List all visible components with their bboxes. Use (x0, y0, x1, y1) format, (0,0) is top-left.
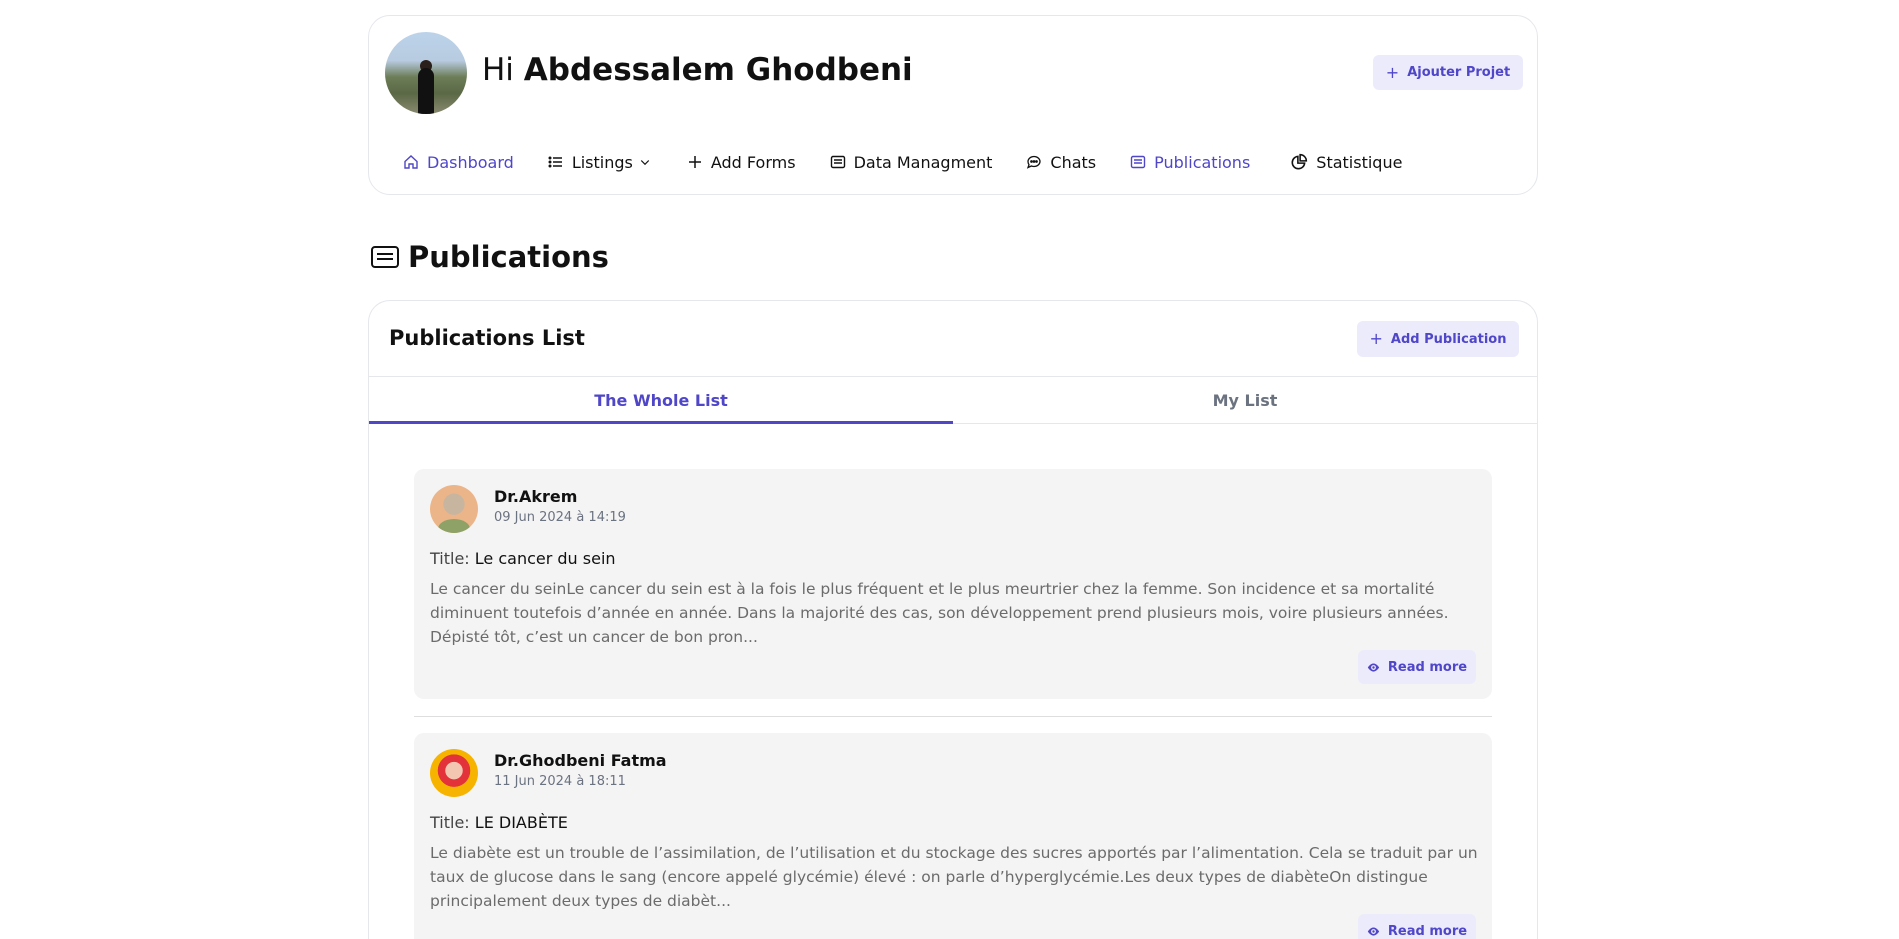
publication-card: Dr.Ghodbeni Fatma 11 Jun 2024 à 18:11 Ti… (414, 733, 1492, 939)
author-avatar (430, 485, 478, 533)
read-more-button[interactable]: Read more (1358, 914, 1476, 939)
publication-card: Dr.Akrem 09 Jun 2024 à 14:19 Title: Le c… (414, 469, 1492, 699)
post-title-text: Le cancer du sein (474, 549, 616, 568)
publications-list-card: Publications List + Add Publication The … (368, 300, 1538, 939)
nav-label: Add Forms (710, 152, 796, 172)
post-title: Title: Le cancer du sein (430, 549, 616, 568)
greeting-hi: Hi (482, 52, 514, 88)
post-date: 11 Jun 2024 à 18:11 (494, 774, 626, 789)
list-icon (548, 156, 562, 168)
post-excerpt: Le diabète est un trouble de l’assimilat… (430, 844, 1478, 910)
list-tabs: The Whole List My List (369, 376, 1537, 424)
page-title: Publications (370, 237, 609, 277)
greeting: Hi Abdessalem Ghodbeni (482, 50, 913, 90)
list-title: Publications List (389, 326, 585, 350)
post-title-prefix: Title: (430, 813, 470, 832)
tab-whole-list[interactable]: The Whole List (369, 377, 953, 424)
home-icon (404, 155, 418, 169)
pie-chart-icon (1291, 153, 1308, 170)
read-more-label: Read more (1387, 923, 1468, 939)
read-more-label: Read more (1387, 659, 1468, 675)
add-publication-label: Add Publication (1390, 331, 1507, 347)
nav-item-data-managment[interactable]: Data Managment (830, 152, 993, 172)
post-author: Dr.Akrem (494, 487, 578, 506)
post-title: Title: LE DIABÈTE (430, 813, 568, 832)
nav-label: Chats (1050, 152, 1097, 172)
main-nav: Dashboard Listings Add Forms Data Managm… (403, 149, 1402, 175)
post-author: Dr.Ghodbeni Fatma (494, 751, 667, 770)
header-card: Hi Abdessalem Ghodbeni + Ajouter Projet … (368, 15, 1538, 195)
plus-icon: + (1385, 62, 1400, 82)
nav-item-dashboard[interactable]: Dashboard (403, 153, 514, 172)
chevron-down-icon (640, 160, 650, 166)
nav-item-add-forms[interactable]: Add Forms (687, 153, 796, 172)
data-icon (830, 155, 845, 169)
chat-icon (1027, 155, 1042, 169)
nav-item-chats[interactable]: Chats (1026, 153, 1096, 172)
page-title-text: Publications (408, 240, 609, 274)
plus-icon: + (1369, 329, 1383, 348)
nav-item-statistique[interactable]: Statistique (1290, 153, 1402, 172)
eye-icon (1367, 662, 1380, 672)
post-divider (414, 716, 1492, 717)
plus-icon (688, 156, 701, 168)
tab-my-list[interactable]: My List (953, 377, 1537, 423)
nav-label: Data Managment (853, 152, 993, 172)
nav-label: Publications (1154, 152, 1251, 172)
post-excerpt: Le cancer du seinLe cancer du sein est à… (430, 580, 1449, 646)
nav-item-publications[interactable]: Publications (1130, 153, 1250, 172)
nav-label: Dashboard (427, 152, 514, 172)
post-title-prefix: Title: (430, 549, 470, 568)
user-name: Abdessalem Ghodbeni (523, 52, 913, 88)
add-project-button[interactable]: + Ajouter Projet (1373, 55, 1523, 90)
author-avatar (430, 749, 478, 797)
publications-icon (371, 246, 399, 268)
user-avatar[interactable] (385, 32, 467, 114)
nav-label: Listings (571, 152, 633, 172)
add-project-label: Ajouter Projet (1407, 65, 1511, 80)
eye-icon (1367, 926, 1380, 936)
nav-item-listings[interactable]: Listings (548, 153, 651, 172)
post-date: 09 Jun 2024 à 14:19 (494, 510, 626, 525)
add-publication-button[interactable]: + Add Publication (1357, 321, 1519, 357)
read-more-button[interactable]: Read more (1358, 650, 1476, 684)
publications-icon (1130, 155, 1146, 169)
post-title-text: LE DIABÈTE (474, 813, 568, 832)
nav-label: Statistique (1316, 152, 1403, 172)
